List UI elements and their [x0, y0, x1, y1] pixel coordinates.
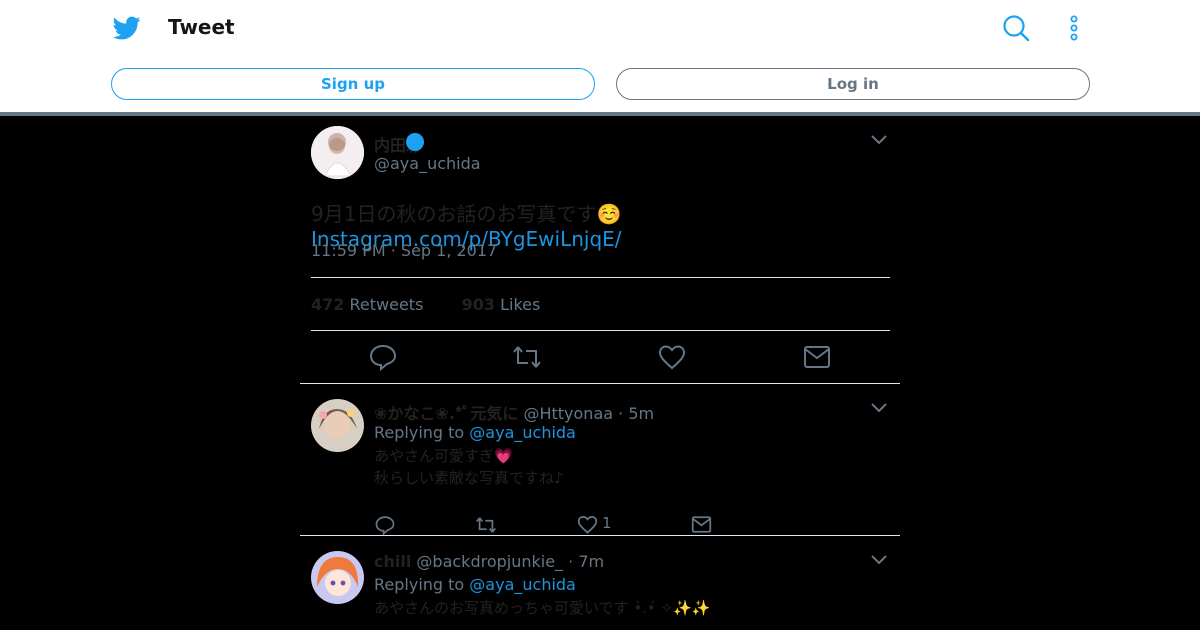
twitter-bird-icon[interactable] [112, 14, 142, 42]
avatar[interactable] [311, 551, 364, 604]
avatar-image [311, 551, 364, 604]
like-icon[interactable] [658, 344, 686, 370]
divider [311, 330, 890, 331]
log-in-button[interactable]: Log in [616, 68, 1090, 100]
tweet-body: 9月1日の秋のお話のお写真です☺️ [311, 202, 622, 226]
replying-to-link[interactable]: @aya_uchida [469, 423, 576, 442]
display-name[interactable]: chill [374, 552, 411, 571]
avatar-image [311, 399, 364, 452]
reply-text: あやさんのお写真めっちゃ可愛いです •̀.•́ ✧✨✨ [374, 597, 710, 619]
reply-time[interactable]: · 7m [568, 552, 604, 571]
chevron-down-icon[interactable] [870, 134, 888, 146]
top-bar: Tweet Sign up Log in [0, 0, 1200, 112]
likes-count[interactable]: 903 [462, 295, 495, 314]
retweets-count[interactable]: 472 [311, 295, 344, 314]
replying-to: Replying to @aya_uchida [374, 575, 576, 594]
avatar[interactable] [311, 399, 364, 452]
direct-message-icon[interactable] [691, 515, 712, 534]
likes-label[interactable]: Likes [500, 295, 540, 314]
divider [311, 277, 890, 278]
replying-to-label: Replying to [374, 575, 465, 594]
reply-header: chill @backdropjunkie_ · 7m [374, 552, 604, 571]
search-icon[interactable] [1002, 14, 1030, 42]
user-handle[interactable]: @aya_uchida [374, 154, 481, 173]
reply-line: 秋らしい素敵な写真ですね♪ [374, 469, 564, 487]
avatar-image [311, 126, 364, 179]
tweet-content: 内田彩 @aya_uchida 9月1日の秋のお話のお写真です☺️ Instag… [300, 116, 900, 630]
user-handle[interactable]: @Httyonaa [523, 404, 613, 423]
sign-up-button[interactable]: Sign up [111, 68, 595, 100]
chevron-down-icon[interactable] [870, 554, 888, 566]
retweet-icon[interactable] [475, 515, 497, 535]
replying-to-label: Replying to [374, 423, 465, 442]
reply-icon[interactable] [375, 515, 395, 535]
direct-message-icon[interactable] [803, 344, 831, 370]
retweet-icon[interactable] [512, 343, 542, 371]
chevron-down-icon[interactable] [870, 402, 888, 414]
reply-icon[interactable] [369, 343, 397, 371]
page-title: Tweet [168, 15, 235, 39]
display-name[interactable]: ❀かなこ❀.*ﾟ元気に [374, 404, 518, 423]
reply-tweet[interactable]: chill @backdropjunkie_ · 7m Replying to … [300, 536, 900, 630]
avatar[interactable] [311, 126, 364, 179]
more-options-icon[interactable] [1066, 14, 1082, 42]
reply-header: ❀かなこ❀.*ﾟ元気に @Httyonaa · 5m [374, 400, 654, 424]
reply-line: あやさん可愛すぎ💗 [374, 447, 513, 465]
replying-to-link[interactable]: @aya_uchida [469, 575, 576, 594]
reply-time[interactable]: · 5m [618, 404, 654, 423]
reply-tweet[interactable]: ❀かなこ❀.*ﾟ元気に @Httyonaa · 5m Replying to @… [300, 384, 900, 535]
verified-badge-icon [406, 133, 424, 151]
like-icon[interactable] [577, 515, 598, 534]
tweet-stats: 472 Retweets 903 Likes [311, 295, 540, 314]
retweets-label[interactable]: Retweets [350, 295, 424, 314]
tweet-timestamp[interactable]: 11:59 PM · Sep 1, 2017 [311, 241, 497, 260]
like-count[interactable]: 1 [602, 514, 612, 532]
user-handle[interactable]: @backdropjunkie_ [416, 552, 563, 571]
reply-line: あやさんのお写真めっちゃ可愛いです •̀.•́ ✧✨✨ [374, 599, 711, 617]
replying-to: Replying to @aya_uchida [374, 423, 576, 442]
reply-text: あやさん可愛すぎ💗 秋らしい素敵な写真ですね♪ [374, 445, 564, 489]
